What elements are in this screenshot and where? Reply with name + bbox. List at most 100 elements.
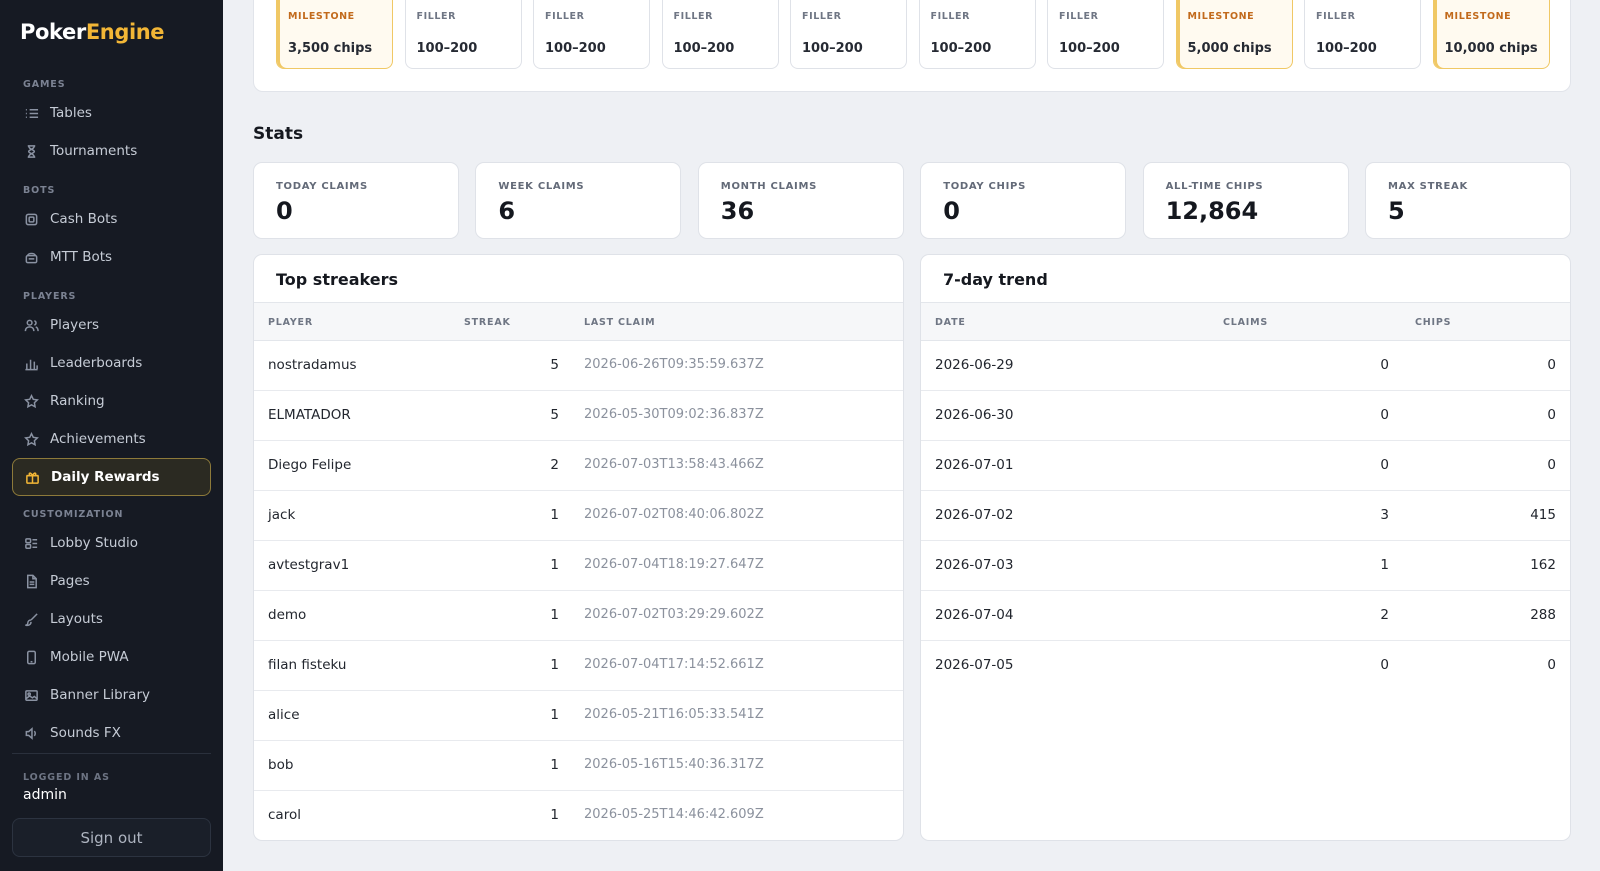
table-row[interactable]: filan fisteku 1 2026-07-04T17:14:52.661Z bbox=[254, 641, 903, 691]
sign-out-button[interactable]: Sign out bbox=[12, 818, 211, 857]
reward-day-type: FILLER bbox=[545, 11, 585, 22]
sound-icon bbox=[23, 725, 39, 741]
table-row[interactable]: bob 1 2026-05-16T15:40:36.317Z bbox=[254, 741, 903, 791]
stat-card-today-claims: TODAY CLAIMS 0 bbox=[253, 162, 459, 239]
stat-label: TODAY CLAIMS bbox=[276, 181, 368, 192]
sidebar-item-ranking[interactable]: Ranking bbox=[12, 382, 211, 420]
table-row[interactable]: demo 1 2026-07-02T03:29:29.602Z bbox=[254, 591, 903, 641]
player-name[interactable]: ELMATADOR bbox=[268, 407, 351, 423]
player-name[interactable]: jack bbox=[268, 507, 295, 523]
last-claim-time: 2026-07-02T03:29:29.602Z bbox=[584, 607, 764, 622]
table-row[interactable]: 2026-07-04 2 288 bbox=[921, 591, 1570, 641]
trend-claims: 0 bbox=[1380, 357, 1389, 373]
sidebar-item-tables[interactable]: Tables bbox=[12, 94, 211, 132]
seven-day-trend-header: DATE CLAIMS CHIPS bbox=[921, 302, 1570, 341]
player-name[interactable]: Diego Felipe bbox=[268, 457, 351, 473]
table-row[interactable]: ELMATADOR 5 2026-05-30T09:02:36.837Z bbox=[254, 391, 903, 441]
stats-heading: Stats bbox=[253, 124, 304, 144]
trend-claims: 1 bbox=[1380, 557, 1389, 573]
sidebar-item-sounds-fx[interactable]: Sounds FX bbox=[12, 714, 211, 746]
reward-day-card[interactable]: FILLER 100–200 bbox=[790, 0, 907, 69]
trend-date: 2026-07-02 bbox=[935, 507, 1014, 523]
star-icon bbox=[23, 393, 39, 409]
reward-day-type: FILLER bbox=[930, 11, 971, 22]
sidebar-item-tournaments[interactable]: Tournaments bbox=[12, 132, 211, 170]
table-row[interactable]: 2026-06-29 0 0 bbox=[921, 341, 1570, 391]
col-claims[interactable]: CLAIMS bbox=[1223, 317, 1268, 328]
reward-day-card[interactable]: FILLER 100–200 bbox=[661, 0, 779, 69]
player-name[interactable]: nostradamus bbox=[268, 357, 357, 373]
stat-card-max-streak: MAX STREAK 5 bbox=[1365, 162, 1571, 239]
trend-chips: 0 bbox=[1547, 457, 1556, 473]
table-row[interactable]: alice 1 2026-05-21T16:05:33.541Z bbox=[254, 691, 903, 741]
sidebar-item-players[interactable]: Players bbox=[12, 306, 211, 344]
trend-date: 2026-06-30 bbox=[935, 407, 1014, 423]
top-streakers-title: Top streakers bbox=[276, 270, 398, 289]
table-row[interactable]: 2026-06-30 0 0 bbox=[921, 391, 1570, 441]
sidebar-item-leaderboards[interactable]: Leaderboards bbox=[12, 344, 211, 382]
sidebar-item-banner-library[interactable]: Banner Library bbox=[12, 676, 211, 714]
trend-chips: 0 bbox=[1547, 357, 1556, 373]
stat-value: 6 bbox=[498, 197, 516, 225]
table-row[interactable]: Diego Felipe 2 2026-07-03T13:58:43.466Z bbox=[254, 441, 903, 491]
sidebar-item-achievements[interactable]: Achievements bbox=[12, 420, 211, 458]
reward-day-card[interactable]: FILLER 100–200 bbox=[1304, 0, 1421, 69]
col-last-claim[interactable]: LAST CLAIM bbox=[584, 317, 655, 328]
reward-day-card[interactable]: FILLER 100–200 bbox=[1047, 0, 1164, 69]
table-row[interactable]: avtestgrav1 1 2026-07-04T18:19:27.647Z bbox=[254, 541, 903, 591]
chip-icon bbox=[23, 211, 39, 227]
table-row[interactable]: 2026-07-01 0 0 bbox=[921, 441, 1570, 491]
table-row[interactable]: jack 1 2026-07-02T08:40:06.802Z bbox=[254, 491, 903, 541]
table-row[interactable]: 2026-07-02 3 415 bbox=[921, 491, 1570, 541]
list-icon bbox=[23, 105, 39, 121]
col-date[interactable]: DATE bbox=[935, 317, 966, 328]
sidebar-item-lobby-studio[interactable]: Lobby Studio bbox=[12, 524, 211, 562]
sidebar-item-pages[interactable]: Pages bbox=[12, 562, 211, 600]
trend-chips: 0 bbox=[1547, 407, 1556, 423]
reward-day-amount: 100–200 bbox=[416, 41, 478, 56]
col-chips[interactable]: CHIPS bbox=[1415, 317, 1451, 328]
robot-icon bbox=[23, 249, 39, 265]
stat-value: 5 bbox=[1388, 197, 1405, 225]
player-name[interactable]: alice bbox=[268, 707, 300, 723]
nav-section-customization: CUSTOMIZATION bbox=[23, 509, 124, 520]
player-name[interactable]: avtestgrav1 bbox=[268, 557, 349, 573]
col-streak[interactable]: STREAK bbox=[464, 317, 511, 328]
reward-day-card[interactable]: FILLER 100–200 bbox=[533, 0, 650, 69]
table-row[interactable]: 2026-07-03 1 162 bbox=[921, 541, 1570, 591]
player-name[interactable]: carol bbox=[268, 807, 301, 823]
reward-day-amount: 100–200 bbox=[1316, 41, 1377, 56]
nav-section-games: GAMES bbox=[23, 79, 66, 90]
sidebar-item-layouts[interactable]: Layouts bbox=[12, 600, 211, 638]
reward-day-card[interactable]: MILESTONE 5,000 chips bbox=[1175, 0, 1293, 69]
trend-date: 2026-07-03 bbox=[935, 557, 1014, 573]
col-player[interactable]: PLAYER bbox=[268, 317, 313, 328]
hourglass-icon bbox=[23, 143, 39, 159]
last-claim-time: 2026-07-04T17:14:52.661Z bbox=[584, 657, 764, 672]
player-name[interactable]: bob bbox=[268, 757, 293, 773]
table-row[interactable]: carol 1 2026-05-25T14:46:42.609Z bbox=[254, 791, 903, 840]
table-row[interactable]: nostradamus 5 2026-06-26T09:35:59.637Z bbox=[254, 341, 903, 391]
sidebar-item-label: Banner Library bbox=[50, 687, 150, 703]
sidebar-item-cash-bots[interactable]: Cash Bots bbox=[12, 200, 211, 238]
streak-count: 1 bbox=[550, 757, 559, 773]
stat-label: ALL-TIME CHIPS bbox=[1165, 181, 1264, 192]
player-name[interactable]: demo bbox=[268, 607, 306, 623]
sidebar-item-mobile-pwa[interactable]: Mobile PWA bbox=[12, 638, 211, 676]
reward-day-card[interactable]: MILESTONE 10,000 chips bbox=[1432, 0, 1550, 69]
reward-day-amount: 5,000 chips bbox=[1187, 41, 1272, 56]
last-claim-time: 2026-05-25T14:46:42.609Z bbox=[584, 807, 764, 822]
sidebar-item-daily-rewards[interactable]: Daily Rewards bbox=[12, 458, 211, 496]
logged-in-label: LOGGED IN AS bbox=[23, 772, 110, 783]
reward-day-card[interactable]: FILLER 100–200 bbox=[918, 0, 1036, 69]
table-row[interactable]: 2026-07-05 0 0 bbox=[921, 641, 1570, 691]
reward-day-amount: 100–200 bbox=[802, 41, 863, 56]
reward-day-card[interactable]: FILLER 100–200 bbox=[404, 0, 522, 69]
reward-day-card[interactable]: MILESTONE 3,500 chips bbox=[276, 0, 393, 69]
player-name[interactable]: filan fisteku bbox=[268, 657, 346, 673]
sidebar-item-label: Daily Rewards bbox=[51, 469, 160, 485]
last-claim-time: 2026-05-30T09:02:36.837Z bbox=[584, 407, 764, 422]
stat-label: MAX STREAK bbox=[1388, 181, 1468, 192]
reward-day-amount: 100–200 bbox=[1059, 41, 1120, 56]
sidebar-item-mtt-bots[interactable]: MTT Bots bbox=[12, 238, 211, 276]
